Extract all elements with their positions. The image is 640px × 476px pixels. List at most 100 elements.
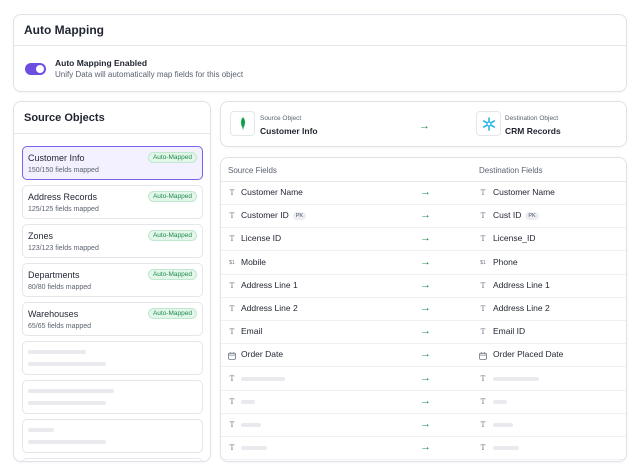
- object-mapping-header: Source Object Customer Info → Destinatio…: [220, 101, 627, 147]
- mapping-arrow-icon: →: [420, 441, 431, 454]
- auto-mapped-badge: Auto-Mapped: [147, 191, 197, 202]
- object-field-count: 123/123 fields mapped: [28, 245, 99, 252]
- text-type-icon: T: [229, 305, 235, 313]
- destination-field-name: Order Placed Date: [493, 349, 564, 360]
- auto-mapping-toggle[interactable]: [25, 63, 46, 75]
- text-type-icon: T: [480, 189, 486, 197]
- primary-key-badge: PK: [525, 212, 539, 221]
- mapping-arrow-icon: →: [420, 325, 431, 338]
- loading-skeleton-item: [22, 419, 203, 453]
- source-object-warehouses[interactable]: Warehouses 65/65 fields mapped Auto-Mapp…: [22, 302, 203, 336]
- text-type-icon: T: [480, 281, 486, 290]
- text-type-icon: T: [229, 374, 235, 383]
- object-name: Customer Info: [28, 153, 85, 163]
- text-type-icon: T: [480, 421, 486, 429]
- source-objects-panel: Source Objects Customer Info 150/150 fie…: [13, 101, 211, 462]
- loading-skeleton-item: [22, 380, 203, 414]
- auto-mapping-enabled-label: Auto Mapping Enabled: [55, 58, 148, 68]
- source-object-zones[interactable]: Zones 123/123 fields mapped Auto-Mapped: [22, 224, 203, 258]
- text-type-icon: T: [480, 397, 486, 406]
- object-name: Zones: [28, 231, 54, 241]
- text-type-icon: T: [480, 444, 486, 453]
- mongodb-leaf-icon: [230, 111, 255, 136]
- field-mapping-row[interactable]: Order Date → Order Placed Date: [221, 344, 626, 368]
- field-mapping-row[interactable]: T Email → T Email ID: [221, 321, 626, 345]
- skeleton-bar: [493, 446, 519, 451]
- field-mapping-row[interactable]: T Customer Name → T Customer Name: [221, 182, 626, 205]
- field-mapping-row[interactable]: T Address Line 2 → T Address Line 2: [221, 298, 626, 321]
- text-type-icon: T: [480, 212, 486, 221]
- destination-fields-header: Destination Fields: [479, 166, 543, 175]
- destination-object-value: CRM Records: [505, 126, 561, 136]
- source-field-name: Order Date: [241, 349, 284, 360]
- text-type-icon: T: [229, 212, 235, 221]
- toggle-knob: [36, 65, 44, 73]
- field-placeholder-row: T → T: [221, 414, 626, 437]
- text-type-icon: T: [229, 328, 235, 337]
- field-mapping-row[interactable]: T Customer ID PK → T Cust ID PK: [221, 205, 626, 229]
- destination-field-name: Address Line 1: [493, 279, 550, 290]
- field-placeholder-row: T → T: [221, 437, 626, 461]
- source-object-label: Source Object: [260, 115, 302, 122]
- auto-mapping-card: Auto Mapping Auto Mapping Enabled Unify …: [13, 14, 627, 92]
- source-object-address-records[interactable]: Address Records 125/125 fields mapped Au…: [22, 185, 203, 219]
- skeleton-bar: [28, 440, 106, 444]
- source-field-name: Address Line 2: [241, 303, 298, 313]
- object-name: Warehouses: [28, 309, 79, 319]
- source-fields-header: Source Fields: [228, 166, 277, 175]
- source-field-name: Email: [241, 326, 263, 337]
- skeleton-bar: [28, 389, 114, 393]
- skeleton-bar: [241, 376, 285, 381]
- destination-field-name: License_ID: [493, 233, 536, 244]
- source-field-name: Address Line 1: [241, 279, 298, 290]
- text-type-icon: T: [480, 305, 486, 313]
- destination-field-name: Address Line 2: [493, 303, 550, 313]
- loading-skeleton-item: [22, 341, 203, 375]
- field-mapping-row[interactable]: T License ID → T License_ID: [221, 228, 626, 252]
- object-field-count: 65/65 fields mapped: [28, 323, 92, 330]
- mapping-arrow-icon: →: [420, 255, 431, 268]
- source-object-customer-info[interactable]: Customer Info 150/150 fields mapped Auto…: [22, 146, 203, 180]
- source-field-name: License ID: [241, 233, 282, 244]
- loading-skeleton-item: [22, 458, 203, 461]
- auto-mapping-description: Unify Data will automatically map fields…: [55, 70, 244, 79]
- primary-key-badge: PK: [292, 212, 307, 221]
- number-type-icon: $1: [480, 259, 486, 266]
- skeleton-bar: [493, 399, 507, 404]
- source-object-departments[interactable]: Departments 80/80 fields mapped Auto-Map…: [22, 263, 203, 297]
- skeleton-bar: [28, 428, 54, 432]
- destination-object-label: Destination Object: [505, 115, 559, 122]
- auto-mapped-badge: Auto-Mapped: [147, 269, 197, 280]
- mapping-arrow-icon: →: [420, 418, 431, 430]
- destination-field-name: Phone: [493, 256, 518, 267]
- field-mapping-row[interactable]: $1 Mobile → $1 Phone: [221, 252, 626, 275]
- mapping-arrow-icon: →: [420, 371, 431, 384]
- text-type-icon: T: [229, 444, 235, 453]
- skeleton-bar: [28, 362, 106, 366]
- number-type-icon: $1: [229, 259, 235, 266]
- salesforce-snowflake-icon: [476, 111, 501, 136]
- skeleton-bar: [28, 350, 86, 354]
- date-type-icon: [479, 352, 487, 362]
- mapping-arrow-icon: →: [420, 278, 431, 291]
- text-type-icon: T: [229, 235, 235, 244]
- mapping-arrow-icon: →: [420, 394, 431, 407]
- object-field-count: 125/125 fields mapped: [28, 206, 99, 213]
- field-mapping-row[interactable]: T Address Line 1 → T Address Line 1: [221, 275, 626, 298]
- field-mapping-table: Source Fields Destination Fields T Custom…: [220, 157, 627, 462]
- object-name: Departments: [28, 270, 80, 280]
- source-field-name: Customer ID PK: [241, 210, 307, 221]
- skeleton-bar: [241, 399, 255, 404]
- skeleton-bar: [241, 446, 267, 451]
- skeleton-bar: [28, 401, 106, 405]
- date-type-icon: [228, 352, 236, 362]
- text-type-icon: T: [480, 328, 486, 337]
- mapping-arrow-icon: →: [420, 209, 431, 222]
- skeleton-bar: [493, 423, 513, 427]
- text-type-icon: T: [229, 421, 235, 429]
- text-type-icon: T: [480, 374, 486, 383]
- text-type-icon: T: [229, 189, 235, 197]
- destination-field-name: Cust ID PK: [493, 210, 539, 221]
- object-field-count: 150/150 fields mapped: [28, 167, 99, 174]
- mapping-arrow-icon: →: [420, 348, 431, 361]
